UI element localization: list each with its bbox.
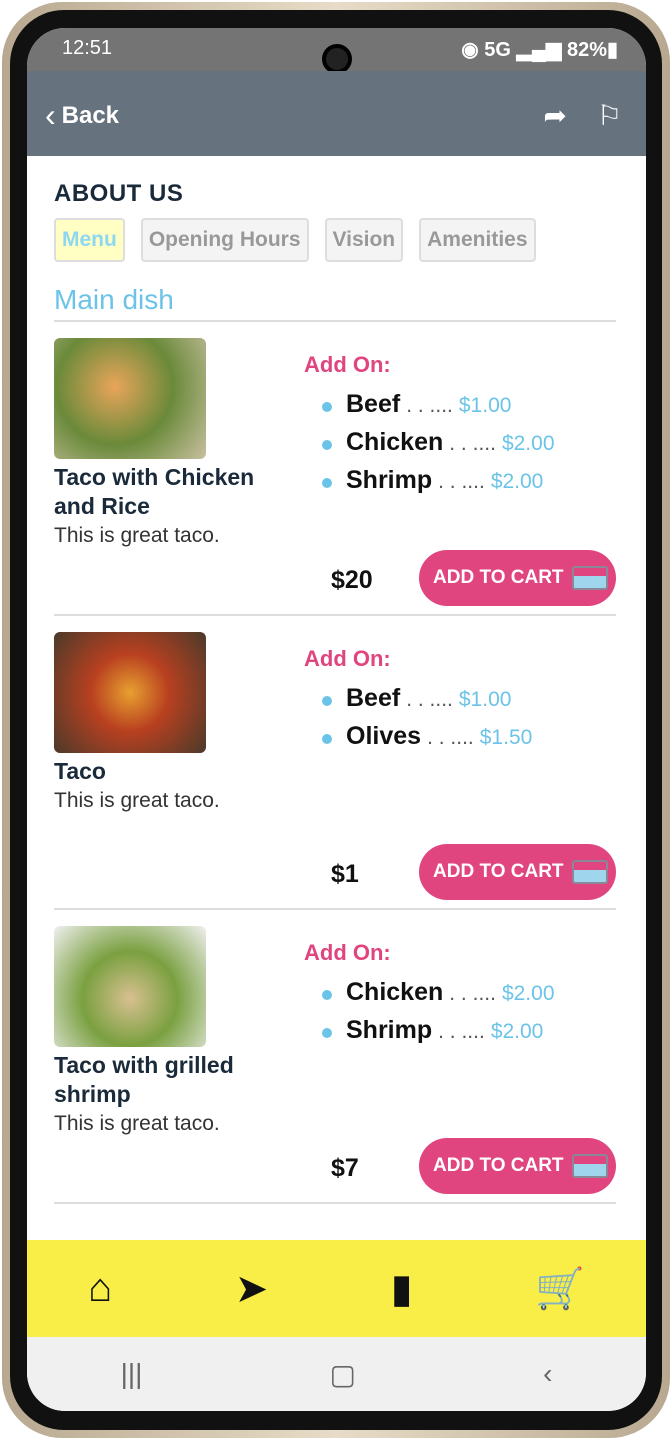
screen: 12:51 ◉ 5G ▂▄▆ 82%▮ ‹ Back ➦ ⚐ ABOUT US Me… — [27, 28, 646, 1411]
add-to-cart-button[interactable]: ADD TO CART — [419, 1138, 616, 1194]
back-nav-icon[interactable]: ‹ — [543, 1358, 552, 1390]
addon-label: Add On: — [304, 352, 391, 377]
addon-option: Beef. . .... $1.00 — [322, 390, 555, 419]
addon-name: Beef — [346, 390, 401, 418]
addon-dots: . . .... — [449, 432, 496, 455]
addon-option: Shrimp. . .... $2.00 — [322, 466, 555, 495]
addon-price: $1.00 — [458, 394, 512, 417]
signal-icon: ▂▄▆ — [516, 39, 562, 61]
recents-icon[interactable]: ||| — [121, 1358, 143, 1390]
content: ABOUT US Menu Opening Hours Vision Ameni… — [27, 156, 646, 1240]
status-time: 12:51 — [62, 37, 113, 59]
addon-price: $1.50 — [479, 726, 533, 749]
addon-label: Add On: — [304, 646, 391, 671]
item-price: $20 — [331, 566, 373, 594]
truck-icon — [571, 566, 608, 590]
item-price: $1 — [331, 860, 359, 888]
menu-item: Taco This is great taco. Add On: Beef. . … — [54, 616, 616, 910]
truck-icon — [571, 860, 608, 884]
item-description: This is great taco. — [54, 524, 220, 547]
addon-price: $2.00 — [501, 982, 555, 1005]
tab-menu[interactable]: Menu — [54, 218, 125, 262]
addon-dots: . . .... — [449, 982, 496, 1005]
android-nav: ||| ▢ ‹ — [27, 1337, 646, 1411]
chevron-left-icon: ‹ — [45, 97, 56, 133]
bookmark-nav-icon[interactable]: ▮ — [391, 1266, 413, 1312]
share-icon[interactable]: ➦ — [543, 99, 566, 132]
addon-name: Shrimp — [346, 1016, 433, 1044]
add-to-cart-button[interactable]: ADD TO CART — [419, 844, 616, 900]
menu-item: Taco with Chicken and Rice This is great … — [54, 322, 616, 616]
tab-vision[interactable]: Vision — [324, 218, 404, 262]
battery-icon: ▮ — [606, 39, 618, 61]
addon-list: Beef. . .... $1.00 Olives. . .... $1.50 — [322, 684, 532, 760]
addon-dots: . . .... — [438, 470, 485, 493]
tab-amenities[interactable]: Amenities — [419, 218, 536, 262]
item-name: Taco with grilled shrimp — [54, 1052, 234, 1107]
addon-option: Chicken. . .... $2.00 — [322, 978, 555, 1007]
back-button[interactable]: ‹ Back — [45, 97, 119, 134]
cart-icon[interactable]: 🛒 — [535, 1265, 585, 1312]
add-to-cart-button[interactable]: ADD TO CART — [419, 550, 616, 606]
item-description: This is great taco. — [54, 1112, 220, 1135]
addon-dots: . . .... — [406, 688, 453, 711]
addon-option: Beef. . .... $1.00 — [322, 684, 532, 713]
addon-dots: . . .... — [427, 726, 474, 749]
home-icon[interactable]: ⌂ — [88, 1266, 112, 1311]
addon-name: Olives — [346, 722, 422, 750]
section-title: Main dish — [54, 284, 616, 322]
home-button-icon[interactable]: ▢ — [330, 1358, 356, 1391]
header: ‹ Back ➦ ⚐ — [27, 71, 646, 156]
cart-label: ADD TO CART — [433, 861, 564, 882]
food-image — [54, 926, 206, 1047]
tabs: Menu Opening Hours Vision Amenities — [54, 218, 616, 262]
addon-dots: . . .... — [406, 394, 453, 417]
cart-label: ADD TO CART — [433, 567, 564, 588]
bookmark-icon[interactable]: ⚐ — [597, 99, 622, 132]
addon-name: Chicken — [346, 978, 444, 1006]
addon-list: Chicken. . .... $2.00 Shrimp. . .... $2.00 — [322, 978, 555, 1054]
network: 5G — [484, 39, 511, 61]
addon-name: Beef — [346, 684, 401, 712]
camera — [322, 44, 352, 74]
status-right: ◉ 5G ▂▄▆ 82%▮ — [461, 37, 618, 62]
bottom-nav: ⌂ ➤ ▮ 🛒 — [27, 1240, 646, 1337]
page-title: ABOUT US — [54, 180, 184, 207]
truck-icon — [571, 1154, 608, 1178]
cart-label: ADD TO CART — [433, 1155, 564, 1176]
item-description: This is great taco. — [54, 789, 220, 812]
addon-price: $2.00 — [490, 470, 544, 493]
addon-dots: . . .... — [438, 1020, 485, 1043]
addon-option: Chicken. . .... $2.00 — [322, 428, 555, 457]
item-name: Taco with Chicken and Rice — [54, 464, 255, 519]
addon-option: Olives. . .... $1.50 — [322, 722, 532, 751]
battery: 82% — [566, 39, 607, 61]
back-label: Back — [61, 101, 120, 129]
menu-item: Taco with grilled shrimp This is great ta… — [54, 910, 616, 1204]
navigate-icon[interactable]: ➤ — [235, 1266, 269, 1312]
food-image — [54, 338, 206, 459]
hotspot-icon: ◉ — [461, 39, 485, 61]
item-price: $7 — [331, 1154, 359, 1182]
addon-list: Beef. . .... $1.00 Chicken. . .... $2.00 Shr… — [322, 390, 555, 504]
food-image — [54, 632, 206, 753]
addon-price: $2.00 — [501, 432, 555, 455]
addon-option: Shrimp. . .... $2.00 — [322, 1016, 555, 1045]
addon-price: $2.00 — [490, 1020, 544, 1043]
item-name: Taco — [54, 758, 106, 784]
addon-name: Shrimp — [346, 466, 433, 494]
addon-price: $1.00 — [458, 688, 512, 711]
addon-name: Chicken — [346, 428, 444, 456]
addon-label: Add On: — [304, 940, 391, 965]
tab-opening-hours[interactable]: Opening Hours — [140, 218, 309, 262]
